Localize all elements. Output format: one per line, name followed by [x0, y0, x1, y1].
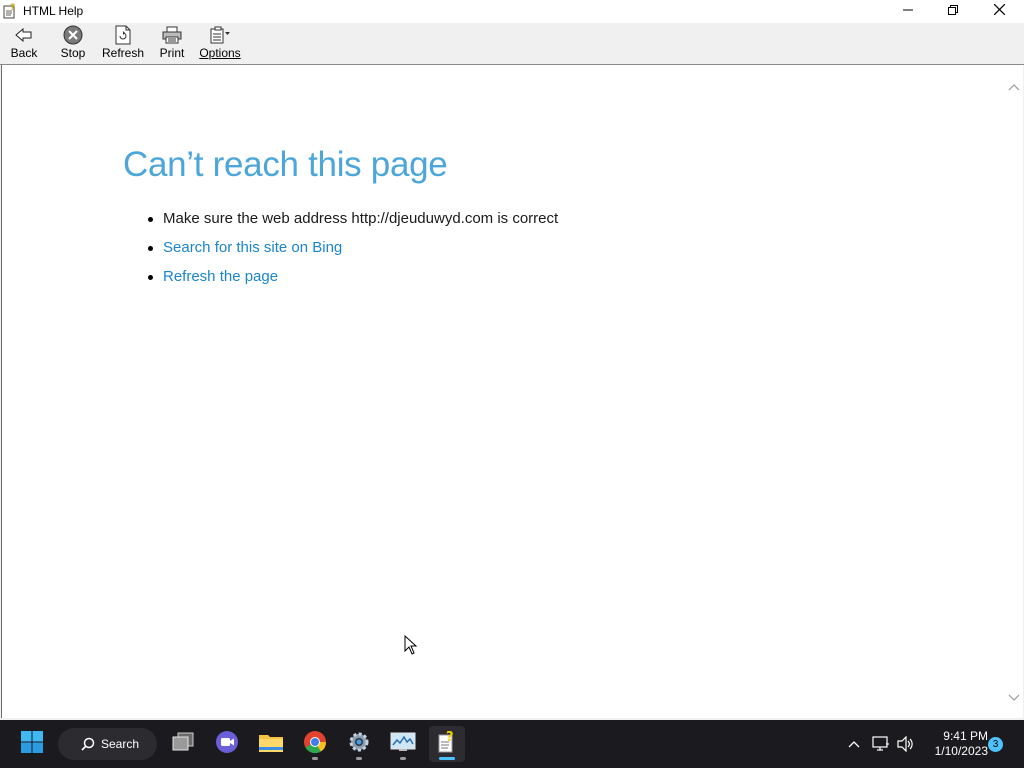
taskbar-search[interactable]: Search	[58, 728, 157, 760]
teams-button[interactable]	[209, 726, 245, 762]
task-view-button[interactable]	[165, 726, 201, 762]
start-button[interactable]	[14, 726, 50, 762]
print-button[interactable]: Print	[158, 25, 186, 63]
bullet-icon	[148, 246, 153, 251]
settings-button[interactable]	[341, 726, 377, 762]
bullet-icon	[148, 217, 153, 222]
bullet-icon	[148, 275, 153, 280]
network-icon[interactable]	[871, 734, 891, 754]
notification-badge[interactable]: 3	[988, 737, 1003, 752]
folder-icon	[258, 731, 284, 758]
task-view-icon	[171, 731, 195, 758]
toolbar: Back Stop Refresh Print Options	[0, 23, 1024, 65]
chrome-icon	[303, 730, 327, 759]
refresh-button[interactable]: Refresh	[102, 25, 144, 63]
list-item: Refresh the page	[145, 268, 558, 297]
search-label: Search	[101, 737, 140, 751]
stop-label: Stop	[60, 46, 86, 60]
minimize-icon	[903, 2, 913, 20]
refresh-label: Refresh	[101, 46, 145, 60]
running-indicator	[312, 757, 318, 760]
stop-icon	[62, 25, 84, 45]
resource-monitor-button[interactable]	[385, 726, 421, 762]
back-label: Back	[10, 46, 38, 60]
options-button[interactable]: Options	[199, 25, 241, 63]
file-explorer-button[interactable]	[253, 726, 289, 762]
printer-icon	[161, 25, 183, 45]
minimize-button[interactable]	[885, 0, 931, 22]
window-title: HTML Help	[23, 4, 84, 18]
options-label-text: Options	[199, 46, 241, 60]
show-hidden-icons-chevron-icon[interactable]	[844, 734, 864, 754]
error-title: Can’t reach this page	[123, 145, 448, 184]
stop-button[interactable]: Stop	[59, 25, 87, 63]
search-bing-link[interactable]: Search for this site on Bing	[163, 239, 342, 256]
scroll-up-arrow-icon[interactable]	[1008, 81, 1020, 93]
print-label: Print	[159, 46, 185, 60]
clock-time: 9:41 PM	[943, 729, 988, 743]
html-help-window: ? HTML Help Back Stop Refresh Print Opti…	[0, 0, 1024, 720]
chrome-button[interactable]	[297, 726, 333, 762]
list-item: Make sure the web address http://djeuduw…	[145, 210, 558, 239]
help-file-icon: ?	[436, 730, 458, 759]
title-bar: ? HTML Help	[0, 0, 1024, 23]
mouse-cursor-icon	[404, 634, 418, 656]
search-icon	[81, 737, 95, 751]
restore-icon	[948, 2, 958, 20]
running-indicator	[400, 757, 406, 760]
clock-date: 1/10/2023	[934, 744, 988, 758]
close-button[interactable]	[976, 0, 1022, 22]
address-check-text: Make sure the web address http://djeuduw…	[163, 210, 559, 227]
active-indicator	[439, 757, 455, 760]
taskbar: Search ? 9:41 PM 1/10/2023 3	[0, 720, 1024, 768]
back-button[interactable]: Back	[10, 25, 38, 63]
clock[interactable]: 9:41 PM 1/10/2023	[922, 729, 988, 759]
options-icon	[209, 25, 231, 45]
help-file-icon: ?	[2, 3, 18, 19]
volume-icon[interactable]	[896, 734, 916, 754]
html-help-taskbar-button[interactable]: ?	[429, 726, 465, 762]
gear-icon	[347, 730, 371, 759]
options-label: Options	[199, 46, 240, 60]
content-pane: Can’t reach this page Make sure the web …	[1, 65, 1005, 718]
svg-text:?: ?	[446, 730, 454, 745]
running-indicator	[356, 757, 362, 760]
scroll-down-arrow-icon[interactable]	[1008, 690, 1020, 702]
error-suggestions-list: Make sure the web address http://djeuduw…	[145, 210, 558, 297]
close-icon	[993, 2, 1005, 20]
windows-logo-icon	[20, 730, 44, 759]
list-item: Search for this site on Bing	[145, 239, 558, 268]
refresh-page-link[interactable]: Refresh the page	[163, 268, 278, 285]
video-chat-icon	[215, 730, 239, 759]
restore-button[interactable]	[930, 0, 976, 22]
vertical-scrollbar[interactable]	[1005, 65, 1023, 718]
monitor-chart-icon	[390, 731, 416, 758]
svg-text:?: ?	[10, 3, 15, 13]
refresh-icon	[112, 25, 134, 45]
back-arrow-icon	[13, 25, 35, 45]
